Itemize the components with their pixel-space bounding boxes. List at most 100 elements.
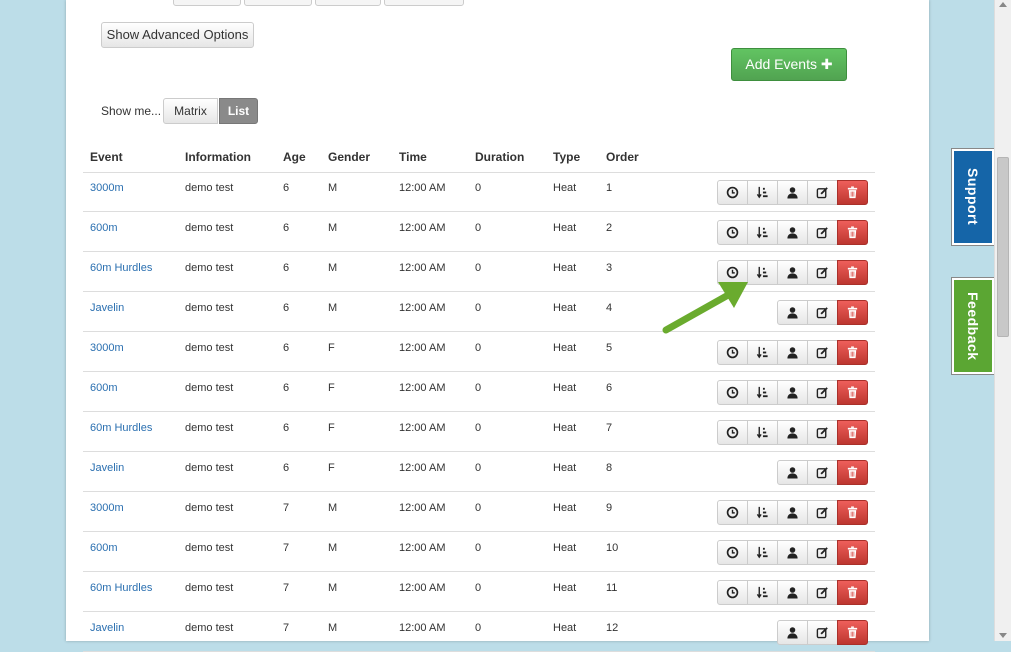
delete-button[interactable] xyxy=(837,500,868,525)
reorder-button[interactable] xyxy=(747,180,778,205)
show-advanced-options-button[interactable]: Show Advanced Options xyxy=(101,22,254,48)
assign-user-button[interactable] xyxy=(777,180,808,205)
delete-button[interactable] xyxy=(837,220,868,245)
assign-user-button[interactable] xyxy=(777,340,808,365)
trash-icon xyxy=(846,426,859,439)
assign-user-button[interactable] xyxy=(777,380,808,405)
schedule-button[interactable] xyxy=(717,380,748,405)
edit-button[interactable] xyxy=(807,420,838,445)
support-tab[interactable]: Support xyxy=(951,148,995,246)
reorder-button[interactable] xyxy=(747,420,778,445)
edit-button[interactable] xyxy=(807,620,838,645)
top-filter-button[interactable] xyxy=(315,0,381,6)
event-link[interactable]: 3000m xyxy=(90,502,124,514)
add-events-button[interactable]: Add Events ✚ xyxy=(731,48,847,81)
user-icon xyxy=(786,586,799,599)
order-cell: 11 xyxy=(606,582,618,594)
schedule-button[interactable] xyxy=(717,180,748,205)
trash-icon xyxy=(846,626,859,639)
trash-icon xyxy=(846,226,859,239)
edit-button[interactable] xyxy=(807,300,838,325)
schedule-button[interactable] xyxy=(717,220,748,245)
delete-button[interactable] xyxy=(837,460,868,485)
edit-icon xyxy=(816,306,829,319)
top-filter-button[interactable] xyxy=(384,0,464,6)
delete-button[interactable] xyxy=(837,420,868,445)
scroll-down-arrow-icon[interactable] xyxy=(999,633,1007,638)
edit-button[interactable] xyxy=(807,460,838,485)
event-link[interactable]: 3000m xyxy=(90,342,124,354)
reorder-button[interactable] xyxy=(747,220,778,245)
event-link[interactable]: 60m Hurdles xyxy=(90,262,152,274)
delete-button[interactable] xyxy=(837,260,868,285)
sort-order-icon xyxy=(756,506,769,519)
type-cell: Heat xyxy=(553,382,577,394)
schedule-button[interactable] xyxy=(717,580,748,605)
top-filter-button[interactable] xyxy=(173,0,241,6)
assign-user-button[interactable] xyxy=(777,540,808,565)
event-link[interactable]: 3000m xyxy=(90,182,124,194)
table-row: 600m demo test 6 M 12:00 AM 0 Heat 2 xyxy=(83,212,875,252)
vertical-scrollbar[interactable] xyxy=(994,0,1011,641)
edit-button[interactable] xyxy=(807,260,838,285)
assign-user-button[interactable] xyxy=(777,460,808,485)
feedback-tab[interactable]: Feedback xyxy=(951,277,995,375)
age-cell: 6 xyxy=(283,342,290,354)
event-link[interactable]: 60m Hurdles xyxy=(90,422,152,434)
view-list-button[interactable]: List xyxy=(219,98,258,124)
reorder-button[interactable] xyxy=(747,540,778,565)
schedule-button[interactable] xyxy=(717,420,748,445)
assign-user-button[interactable] xyxy=(777,300,808,325)
event-link[interactable]: 600m xyxy=(90,382,118,394)
assign-user-button[interactable] xyxy=(777,220,808,245)
edit-button[interactable] xyxy=(807,340,838,365)
row-actions xyxy=(777,620,868,645)
reorder-button[interactable] xyxy=(747,580,778,605)
information-cell: demo test xyxy=(185,622,234,634)
edit-button[interactable] xyxy=(807,580,838,605)
edit-button[interactable] xyxy=(807,180,838,205)
assign-user-button[interactable] xyxy=(777,580,808,605)
age-cell: 7 xyxy=(283,542,290,554)
scroll-up-arrow-icon[interactable] xyxy=(999,2,1007,7)
edit-button[interactable] xyxy=(807,500,838,525)
view-matrix-button[interactable]: Matrix xyxy=(163,98,218,124)
schedule-button[interactable] xyxy=(717,540,748,565)
trash-icon xyxy=(846,386,859,399)
edit-button[interactable] xyxy=(807,380,838,405)
duration-cell: 0 xyxy=(475,622,482,634)
reorder-button[interactable] xyxy=(747,260,778,285)
delete-button[interactable] xyxy=(837,540,868,565)
reorder-button[interactable] xyxy=(747,380,778,405)
event-link[interactable]: 600m xyxy=(90,542,118,554)
assign-user-button[interactable] xyxy=(777,620,808,645)
assign-user-button[interactable] xyxy=(777,420,808,445)
schedule-button[interactable] xyxy=(717,340,748,365)
event-link[interactable]: 60m Hurdles xyxy=(90,582,152,594)
assign-user-button[interactable] xyxy=(777,500,808,525)
assign-user-button[interactable] xyxy=(777,260,808,285)
event-link[interactable]: Javelin xyxy=(90,462,124,474)
edit-button[interactable] xyxy=(807,540,838,565)
schedule-button[interactable] xyxy=(717,260,748,285)
delete-button[interactable] xyxy=(837,620,868,645)
schedule-button[interactable] xyxy=(717,500,748,525)
gender-cell: M xyxy=(328,542,338,554)
reorder-button[interactable] xyxy=(747,340,778,365)
delete-button[interactable] xyxy=(837,580,868,605)
delete-button[interactable] xyxy=(837,380,868,405)
duration-cell: 0 xyxy=(475,262,482,274)
event-link[interactable]: Javelin xyxy=(90,622,124,634)
user-icon xyxy=(786,226,799,239)
clock-icon xyxy=(726,386,739,399)
delete-button[interactable] xyxy=(837,340,868,365)
reorder-button[interactable] xyxy=(747,500,778,525)
edit-button[interactable] xyxy=(807,220,838,245)
top-filter-button[interactable] xyxy=(244,0,312,6)
delete-button[interactable] xyxy=(837,300,868,325)
event-link[interactable]: 600m xyxy=(90,222,118,234)
scrollbar-thumb[interactable] xyxy=(997,157,1009,337)
delete-button[interactable] xyxy=(837,180,868,205)
edit-icon xyxy=(816,346,829,359)
event-link[interactable]: Javelin xyxy=(90,302,124,314)
